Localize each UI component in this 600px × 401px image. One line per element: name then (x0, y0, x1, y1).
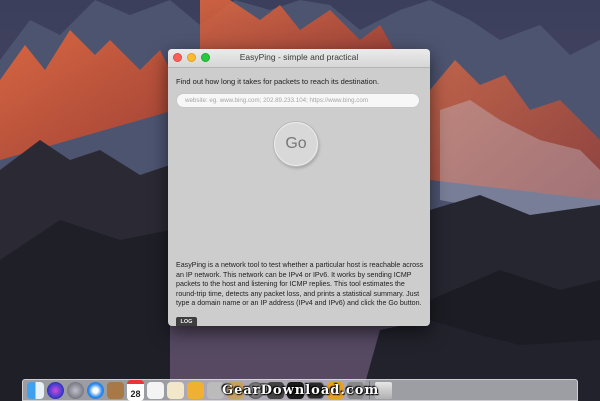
finder-icon[interactable] (27, 381, 44, 399)
app-icon[interactable] (167, 381, 184, 399)
watermark-text: GearDownload.com (222, 383, 380, 398)
safari-icon[interactable] (87, 381, 104, 399)
log-tab[interactable]: LOG (176, 317, 197, 326)
easyping-window: EasyPing - simple and practical Find out… (168, 49, 430, 326)
calendar-icon[interactable]: 28 (127, 379, 144, 401)
app-icon[interactable] (187, 381, 204, 399)
title-bar[interactable]: EasyPing - simple and practical (168, 49, 430, 68)
calendar-day: 28 (130, 388, 141, 399)
go-button[interactable]: Go (274, 122, 318, 166)
launchpad-icon[interactable] (67, 381, 84, 399)
siri-icon[interactable] (47, 381, 64, 399)
notes-icon[interactable] (107, 381, 124, 399)
instruction-text: Find out how long it takes for packets t… (176, 77, 380, 86)
window-title: EasyPing - simple and practical (239, 52, 359, 62)
description-text: EasyPing is a network tool to test wheth… (176, 261, 424, 308)
website-input[interactable] (176, 93, 420, 108)
reminders-icon[interactable] (147, 381, 164, 399)
